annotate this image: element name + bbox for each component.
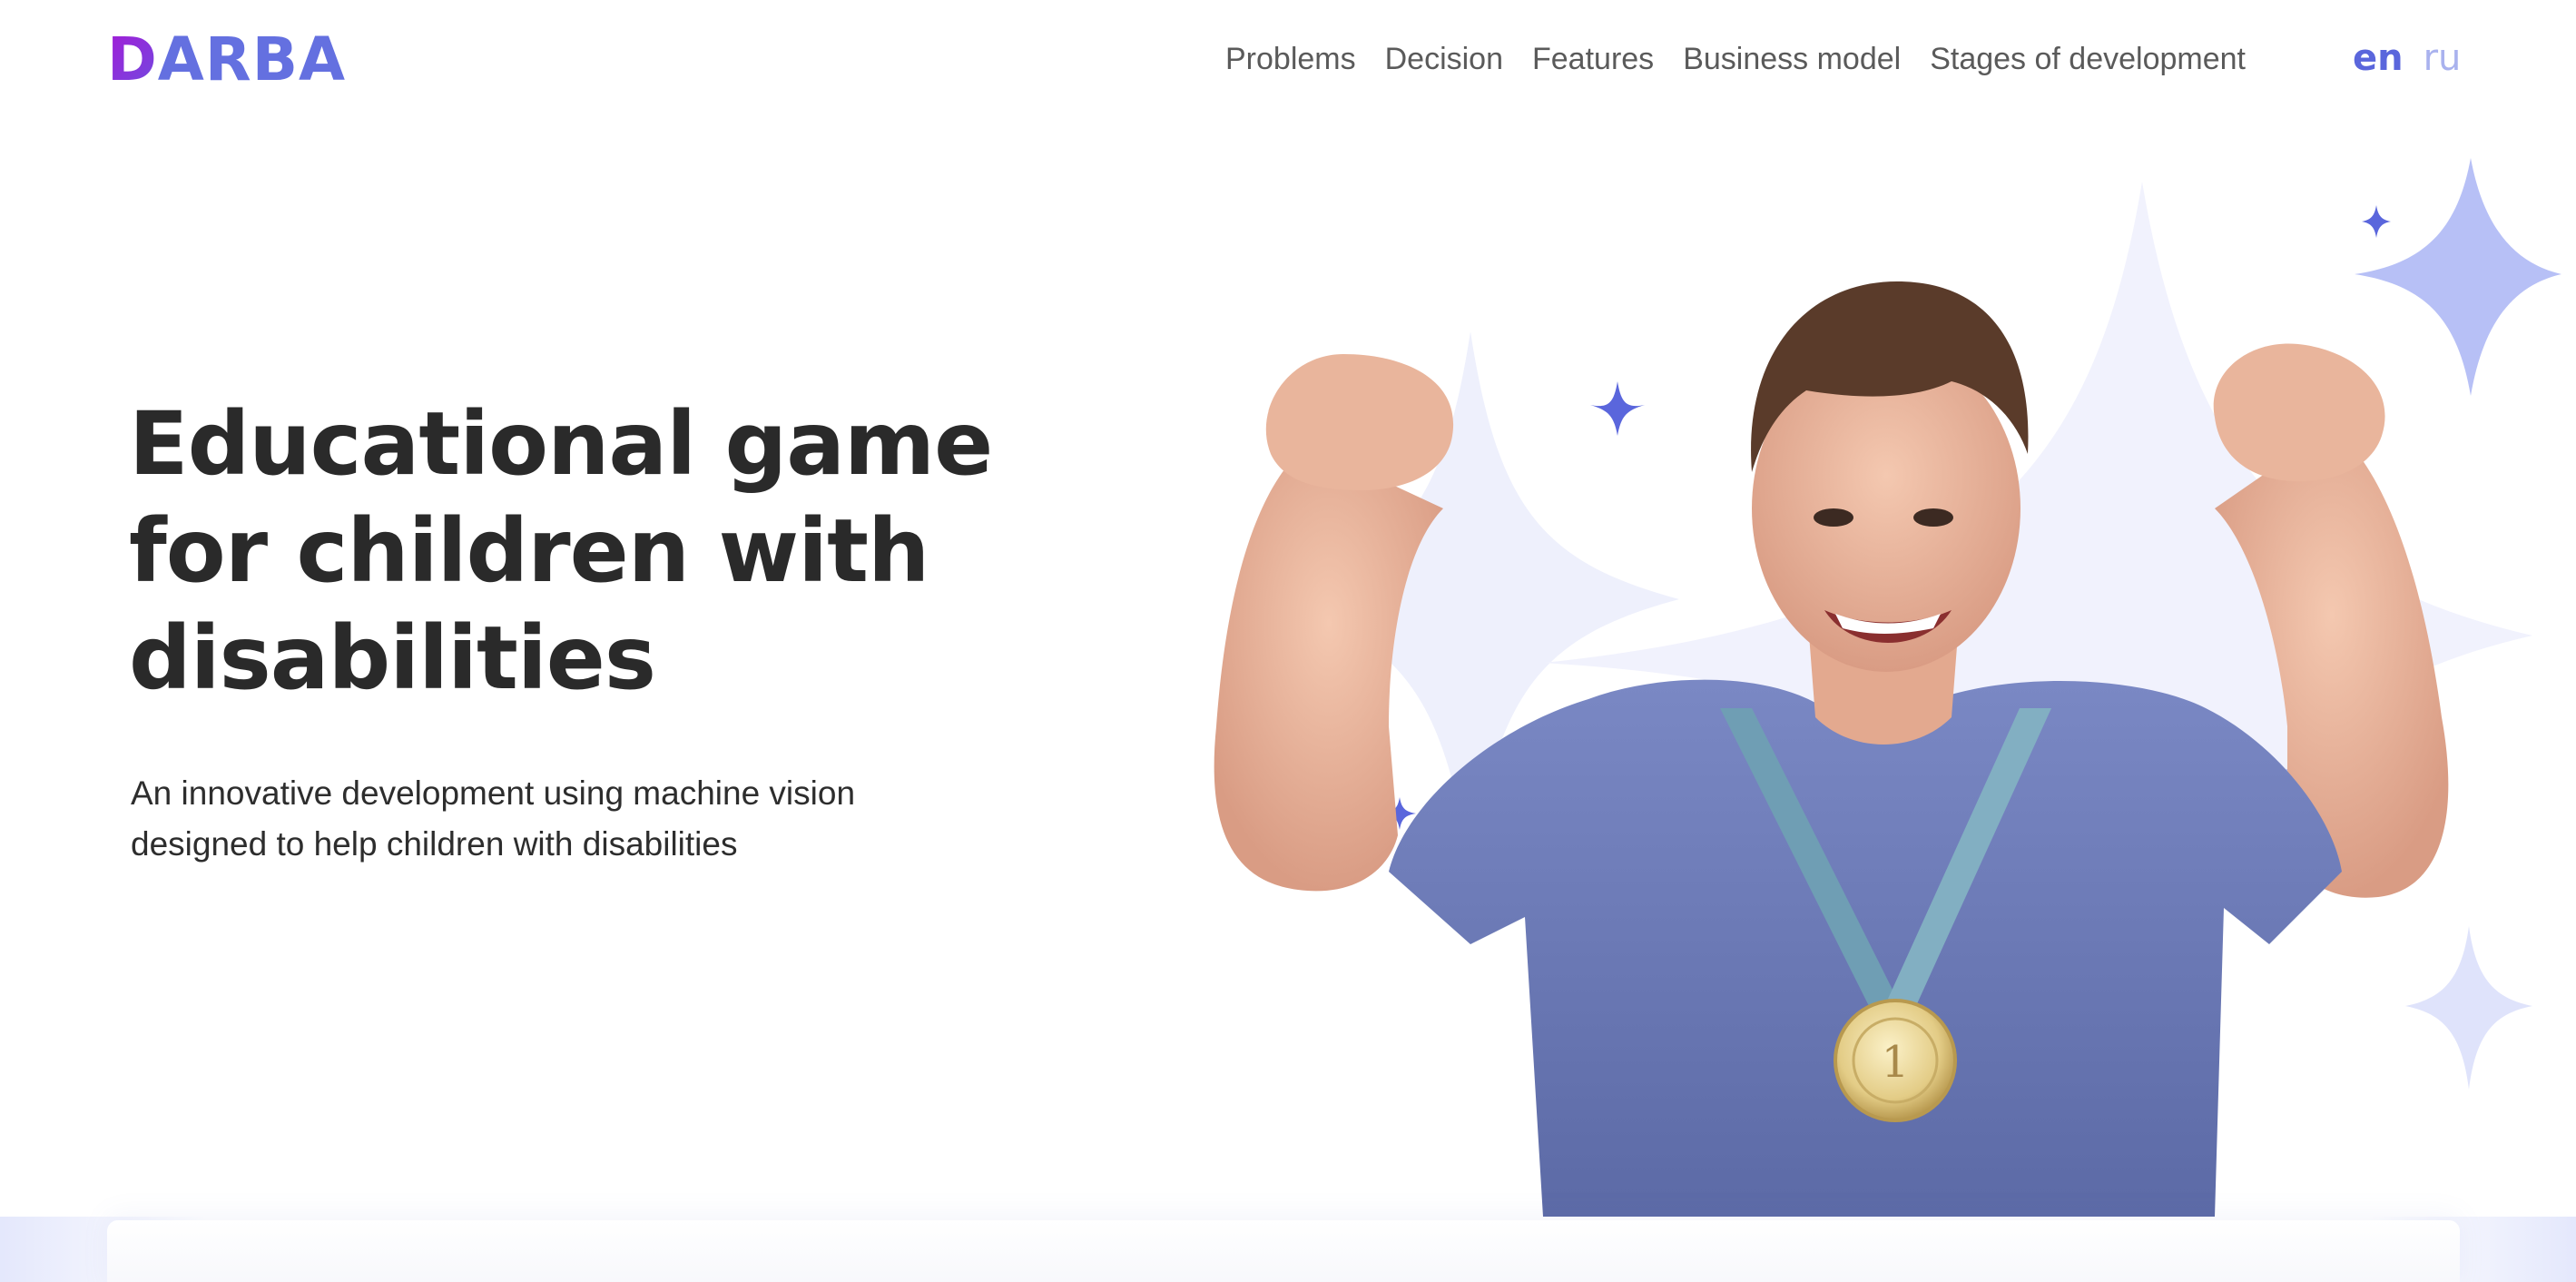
nav-item-features[interactable]: Features <box>1532 42 1654 77</box>
nav-item-stages-of-development[interactable]: Stages of development <box>1930 42 2246 77</box>
language-ru-link[interactable]: ru <box>2424 37 2462 79</box>
boy-eye-right <box>1913 508 1953 527</box>
next-section-card <box>107 1220 2460 1282</box>
hero-title: Educational game for children with disab… <box>129 393 993 709</box>
nav-item-decision[interactable]: Decision <box>1385 42 1503 77</box>
hero-illustration: 1 <box>1116 127 2576 1217</box>
logo-wordmark: ARBA <box>157 25 347 94</box>
nav-item-problems[interactable]: Problems <box>1225 42 1356 77</box>
boy-eye-left <box>1814 508 1853 527</box>
sparkle-small <box>1590 381 1645 436</box>
main-nav: Problems Decision Features Business mode… <box>1225 36 2275 82</box>
hero-illustration-svg: 1 <box>1214 158 2561 1217</box>
language-en-link[interactable]: en <box>2353 37 2404 79</box>
page: DARBA Problems Decision Features Busines… <box>0 0 2576 1282</box>
nav-item-business-model[interactable]: Business model <box>1683 42 1901 77</box>
sparkle-small <box>2362 205 2391 238</box>
boy-right-fist <box>2213 343 2385 482</box>
soft-sparkle-shape <box>2405 926 2532 1090</box>
logo-mark-letter: D <box>107 25 158 94</box>
boy-left-fist <box>1265 354 1454 490</box>
medal-number: 1 <box>1882 1037 1910 1088</box>
logo[interactable]: DARBA <box>107 25 346 94</box>
site-header: DARBA Problems Decision Features Busines… <box>0 0 2576 118</box>
hero-subtitle: An innovative development using machine … <box>131 774 856 863</box>
sparkle-large <box>2355 158 2561 396</box>
language-switcher: en ru <box>2353 35 2481 82</box>
